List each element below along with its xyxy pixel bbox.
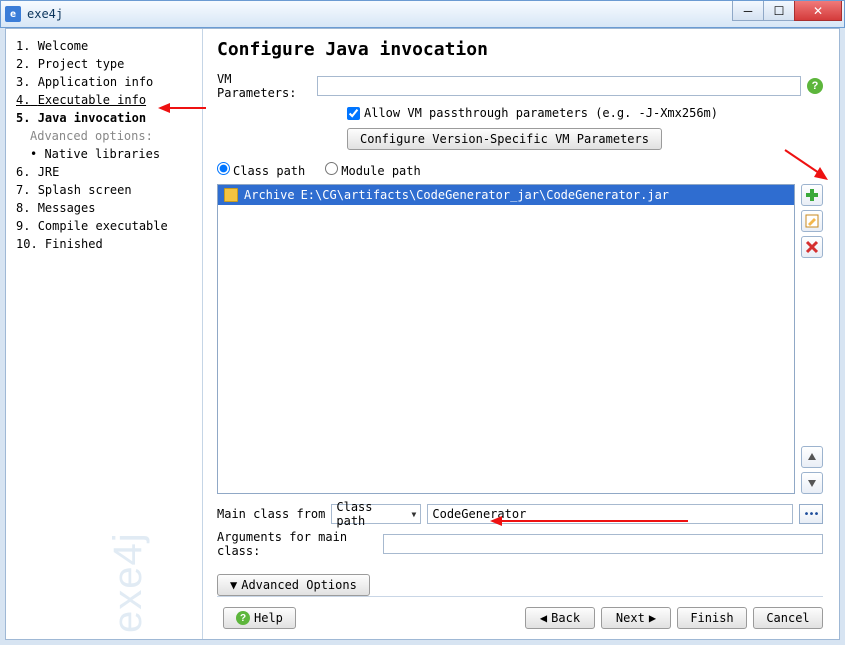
page-title: Configure Java invocation xyxy=(217,39,823,60)
step-executable-info[interactable]: 4. Executable info xyxy=(16,91,192,109)
classpath-list[interactable]: Archive E:\CG\artifacts\CodeGenerator_ja… xyxy=(217,184,795,494)
step-welcome[interactable]: 1. Welcome xyxy=(16,37,192,55)
list-item[interactable]: Archive E:\CG\artifacts\CodeGenerator_ja… xyxy=(218,185,794,205)
configure-version-specific-button[interactable]: Configure Version-Specific VM Parameters xyxy=(347,128,662,150)
help-button[interactable]: ?Help xyxy=(223,607,296,629)
classpath-radio-label[interactable]: Class path xyxy=(217,162,305,178)
step-java-invocation[interactable]: 5. Java invocation xyxy=(16,109,192,127)
vm-parameters-input[interactable] xyxy=(317,76,801,96)
help-icon-small: ? xyxy=(236,611,250,625)
arguments-input[interactable] xyxy=(383,534,823,554)
step-messages[interactable]: 8. Messages xyxy=(16,199,192,217)
sidebar-watermark: exe4j xyxy=(106,532,151,633)
delete-entry-button[interactable] xyxy=(801,236,823,258)
step-splash-screen[interactable]: 7. Splash screen xyxy=(16,181,192,199)
edit-entry-button[interactable] xyxy=(801,210,823,232)
move-down-button[interactable] xyxy=(801,472,823,494)
modulepath-radio-label[interactable]: Module path xyxy=(325,162,420,178)
advanced-options-label: Advanced options: xyxy=(16,127,192,145)
step-jre[interactable]: 6. JRE xyxy=(16,163,192,181)
back-button[interactable]: ◀ Back xyxy=(525,607,595,629)
step-finished[interactable]: 10. Finished xyxy=(16,235,192,253)
browse-mainclass-button[interactable]: ••• xyxy=(799,504,823,524)
next-button[interactable]: Next ▶ xyxy=(601,607,671,629)
cancel-button[interactable]: Cancel xyxy=(753,607,823,629)
minimize-button[interactable]: ─ xyxy=(732,1,764,21)
titlebar: e exe4j ─ ☐ ✕ xyxy=(0,0,845,28)
advanced-options-button[interactable]: ▼ Advanced Options xyxy=(217,574,370,596)
step-project-type[interactable]: 2. Project type xyxy=(16,55,192,73)
window-title: exe4j xyxy=(27,7,63,21)
finish-button[interactable]: Finish xyxy=(677,607,747,629)
mainclass-input[interactable] xyxy=(427,504,793,524)
sidebar: 1. Welcome 2. Project type 3. Applicatio… xyxy=(6,29,203,639)
mainclass-source-select[interactable]: Class path xyxy=(331,504,421,524)
step-application-info[interactable]: 3. Application info xyxy=(16,73,192,91)
advanced-native-libraries[interactable]: • Native libraries xyxy=(16,145,192,163)
step-compile-executable[interactable]: 9. Compile executable xyxy=(16,217,192,235)
help-icon[interactable]: ? xyxy=(807,78,823,94)
add-entry-button[interactable] xyxy=(801,184,823,206)
arguments-label: Arguments for main class: xyxy=(217,530,377,558)
allow-passthrough-checkbox[interactable] xyxy=(347,107,360,120)
classpath-radio[interactable] xyxy=(217,162,230,175)
mainclass-from-label: Main class from xyxy=(217,507,325,521)
modulepath-radio[interactable] xyxy=(325,162,338,175)
close-button[interactable]: ✕ xyxy=(794,1,842,21)
maximize-button[interactable]: ☐ xyxy=(763,1,795,21)
allow-passthrough-label: Allow VM passthrough parameters (e.g. -J… xyxy=(364,106,718,120)
jar-icon xyxy=(224,188,238,202)
vm-parameters-label: VM Parameters: xyxy=(217,72,317,100)
app-icon: e xyxy=(5,6,21,22)
move-up-button[interactable] xyxy=(801,446,823,468)
